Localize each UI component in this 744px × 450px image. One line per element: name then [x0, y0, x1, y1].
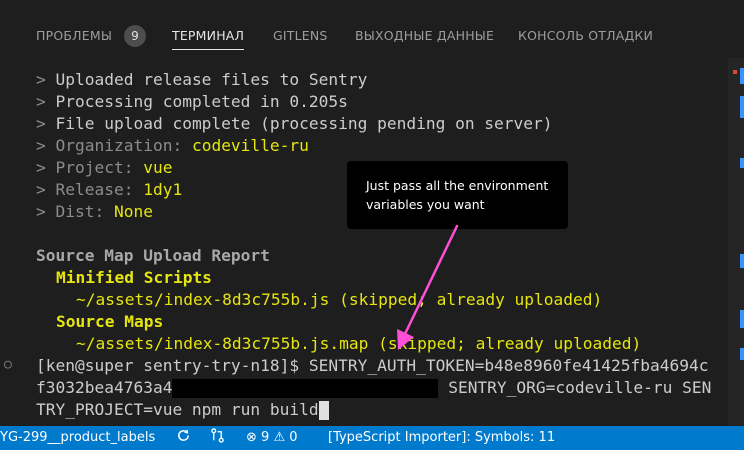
scroll-decoration	[740, 254, 744, 268]
scroll-decoration	[740, 96, 744, 118]
terminal-line: > File upload complete (processing pendi…	[36, 114, 553, 133]
redacted-token	[172, 379, 439, 398]
minified-file-line: ~/assets/index-8d3c755b.js (skipped; alr…	[76, 290, 603, 309]
source-map-file-line: ~/assets/index-8d3c755b.js.map (skipped;…	[76, 334, 642, 353]
git-compare-icon[interactable]	[210, 426, 225, 450]
tab-problems[interactable]: ПРОБЛЕМЫ	[36, 14, 112, 58]
command-line: [ken@super sentry-try-n18]$ SENTRY_AUTH_…	[36, 356, 709, 375]
terminal-output[interactable]: > Uploaded release files to Sentry > Pro…	[0, 58, 728, 426]
git-branch[interactable]: YG-299__product_labels	[0, 426, 155, 450]
tab-debug-console[interactable]: КОНСОЛЬ ОТЛАДКИ	[518, 14, 653, 58]
command-decoration-icon[interactable]: ○	[4, 357, 12, 372]
terminal-line: > Uploaded release files to Sentry	[36, 70, 368, 89]
terminal-line: > Dist: None	[36, 202, 153, 221]
error-icon: ⊗	[246, 430, 257, 445]
report-title: Source Map Upload Report	[36, 246, 270, 265]
command-line-continued: TRY_PROJECT=vue npm run build	[36, 399, 329, 421]
panel-tabs: ПРОБЛЕМЫ 9 ТЕРМИНАЛ GITLENS ВЫХОДНЫЕ ДАН…	[0, 14, 744, 58]
source-maps-heading: Source Maps	[56, 312, 164, 331]
warning-icon: ⚠	[273, 430, 286, 445]
scroll-decoration	[733, 70, 737, 74]
tab-output[interactable]: ВЫХОДНЫЕ ДАННЫЕ	[355, 14, 494, 58]
tab-terminal[interactable]: ТЕРМИНАЛ	[172, 14, 245, 58]
minified-scripts-heading: Minified Scripts	[56, 268, 212, 287]
scroll-decoration	[740, 310, 744, 328]
problems-count-badge: 9	[124, 25, 146, 47]
annotation-tooltip: Just pass all the environment variables …	[347, 161, 568, 229]
typescript-importer-status[interactable]: [TypeScript Importer]: Symbols: 11	[328, 426, 555, 450]
command-line-continued: f3032bea4763a4 SENTRY_ORG=codeville-ru S…	[36, 378, 712, 398]
terminal-line: > Processing completed in 0.205s	[36, 92, 348, 111]
terminal-scrollbar[interactable]	[728, 58, 744, 426]
scroll-decoration	[740, 68, 744, 84]
terminal-line: > Organization: codeville-ru	[36, 136, 309, 155]
terminal-line: > Release: 1dy1	[36, 180, 183, 199]
tab-gitlens[interactable]: GITLENS	[273, 14, 328, 58]
editor-top-strip	[0, 0, 744, 14]
terminal-cursor	[318, 401, 329, 420]
status-bar: YG-299__product_labels ⊗ 9 ⚠ 0 [TypeScri…	[0, 426, 744, 450]
sync-icon[interactable]	[176, 426, 191, 450]
scroll-decoration	[740, 158, 744, 168]
terminal-line: > Project: vue	[36, 158, 173, 177]
scroll-decoration	[740, 348, 744, 360]
problems-summary[interactable]: ⊗ 9 ⚠ 0	[246, 426, 298, 450]
